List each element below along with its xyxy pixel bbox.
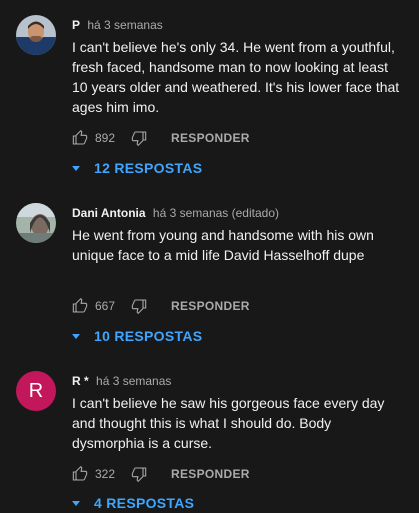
thumbs-down-icon[interactable] [131, 298, 147, 314]
author-name[interactable]: R * [72, 374, 89, 388]
author-name[interactable]: Dani Antonia [72, 206, 146, 220]
like-count: 322 [95, 467, 116, 481]
replies-label: 10 RESPOSTAS [94, 328, 203, 344]
avatar[interactable]: R [16, 371, 56, 411]
comment-actions: 667 RESPONDER [72, 296, 250, 316]
avatar[interactable] [16, 15, 56, 55]
author-name[interactable]: P [72, 18, 80, 32]
comment-header: Dani Antonia há 3 semanas (editado) [72, 204, 403, 222]
reply-button[interactable]: RESPONDER [171, 467, 250, 481]
like-count: 667 [95, 299, 116, 313]
view-replies-button[interactable]: 10 RESPOSTAS [72, 326, 202, 346]
avatar[interactable] [16, 203, 56, 243]
comment-header: R * há 3 semanas [72, 372, 403, 390]
comment-header: P há 3 semanas [72, 16, 403, 34]
replies-label: 4 RESPOSTAS [94, 495, 195, 511]
like-count: 892 [95, 131, 116, 145]
thumbs-up-icon[interactable] [72, 298, 88, 314]
thumbs-down-icon[interactable] [131, 466, 147, 482]
caret-down-icon [72, 165, 80, 171]
thumbs-up-icon[interactable] [72, 130, 88, 146]
comment-actions: 892 RESPONDER [72, 128, 250, 148]
comment-actions: 322 RESPONDER [72, 464, 250, 484]
comment-time[interactable]: há 3 semanas [96, 374, 171, 388]
thumbs-down-icon[interactable] [131, 130, 147, 146]
caret-down-icon [72, 333, 80, 339]
comment-time[interactable]: há 3 semanas [87, 18, 162, 32]
reply-button[interactable]: RESPONDER [171, 299, 250, 313]
comment-time[interactable]: há 3 semanas (editado) [153, 206, 279, 220]
view-replies-button[interactable]: 12 RESPOSTAS [72, 158, 202, 178]
avatar-letter: R [28, 379, 44, 402]
caret-down-icon [72, 500, 80, 506]
view-replies-button[interactable]: 4 RESPOSTAS [72, 493, 194, 513]
comment-text: He went from young and handsome with his… [72, 227, 374, 263]
reply-button[interactable]: RESPONDER [171, 131, 250, 145]
comment-text: I can't believe he saw his gorgeous face… [72, 395, 385, 451]
replies-label: 12 RESPOSTAS [94, 160, 203, 176]
thumbs-up-icon[interactable] [72, 466, 88, 482]
comment-text: I can't believe he's only 34. He went fr… [72, 39, 400, 115]
